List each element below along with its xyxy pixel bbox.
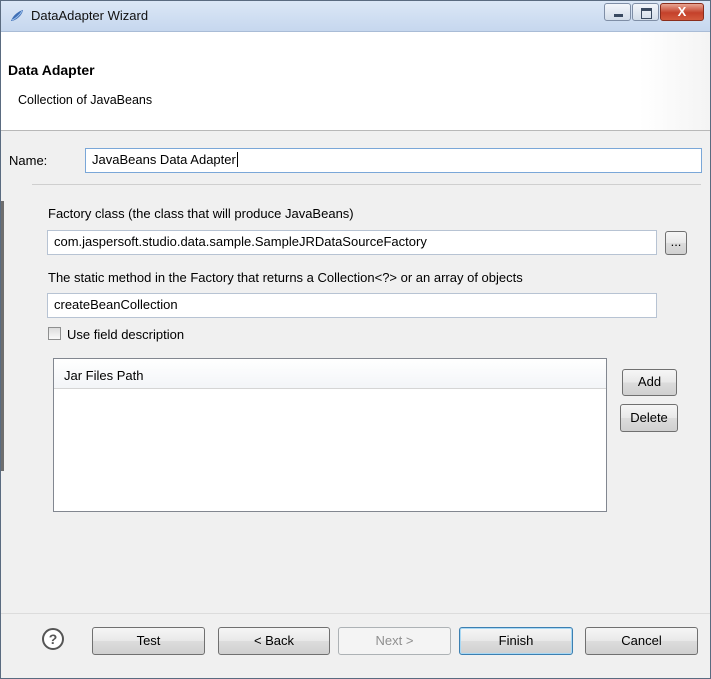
name-input[interactable]: JavaBeans Data Adapter [85, 148, 702, 173]
name-label: Name: [9, 153, 48, 168]
text-caret [236, 152, 238, 167]
use-field-description-checkbox[interactable] [48, 327, 61, 340]
title-bar[interactable]: DataAdapter Wizard X [1, 1, 710, 32]
cancel-button[interactable]: Cancel [585, 627, 698, 655]
name-input-value: JavaBeans Data Adapter [92, 152, 236, 167]
footer-divider [1, 613, 710, 614]
close-icon: X [677, 4, 687, 19]
table-column-header[interactable]: Jar Files Path [54, 359, 606, 389]
use-field-description-label[interactable]: Use field description [67, 327, 184, 342]
back-button[interactable]: < Back [218, 627, 330, 655]
static-method-label: The static method in the Factory that re… [48, 270, 523, 285]
factory-class-value: com.jaspersoft.studio.data.sample.Sample… [54, 234, 427, 249]
page-subtitle: Collection of JavaBeans [18, 93, 153, 107]
wizard-header: Data Adapter Collection of JavaBeans [1, 32, 710, 131]
factory-class-label: Factory class (the class that will produ… [48, 206, 354, 221]
window-title: DataAdapter Wizard [31, 8, 149, 23]
jaspersoft-app-icon [11, 10, 23, 21]
close-button[interactable]: X [660, 3, 704, 21]
help-icon[interactable]: ? [42, 628, 64, 650]
browse-factory-button[interactable]: ... [665, 231, 687, 255]
page-title: Data Adapter [8, 62, 95, 78]
add-jar-button[interactable]: Add [622, 369, 677, 396]
test-button[interactable]: Test [92, 627, 205, 655]
jar-files-table[interactable]: Jar Files Path [53, 358, 607, 512]
finish-button[interactable]: Finish [459, 627, 573, 655]
maximize-icon [641, 8, 652, 19]
maximize-button[interactable] [632, 3, 659, 21]
delete-jar-button[interactable]: Delete [620, 404, 678, 432]
jar-files-path-header: Jar Files Path [64, 368, 144, 383]
window-controls: X [603, 3, 704, 23]
minimize-icon [614, 14, 623, 17]
factory-class-input[interactable]: com.jaspersoft.studio.data.sample.Sample… [47, 230, 657, 255]
static-method-value: createBeanCollection [54, 297, 178, 312]
minimize-button[interactable] [604, 3, 631, 21]
static-method-input[interactable]: createBeanCollection [47, 293, 657, 318]
left-splitter [1, 201, 4, 471]
dataadapter-wizard-window: DataAdapter Wizard X Data Adapter Collec… [0, 0, 711, 679]
section-divider [32, 184, 701, 185]
next-button[interactable]: Next > [338, 627, 451, 655]
